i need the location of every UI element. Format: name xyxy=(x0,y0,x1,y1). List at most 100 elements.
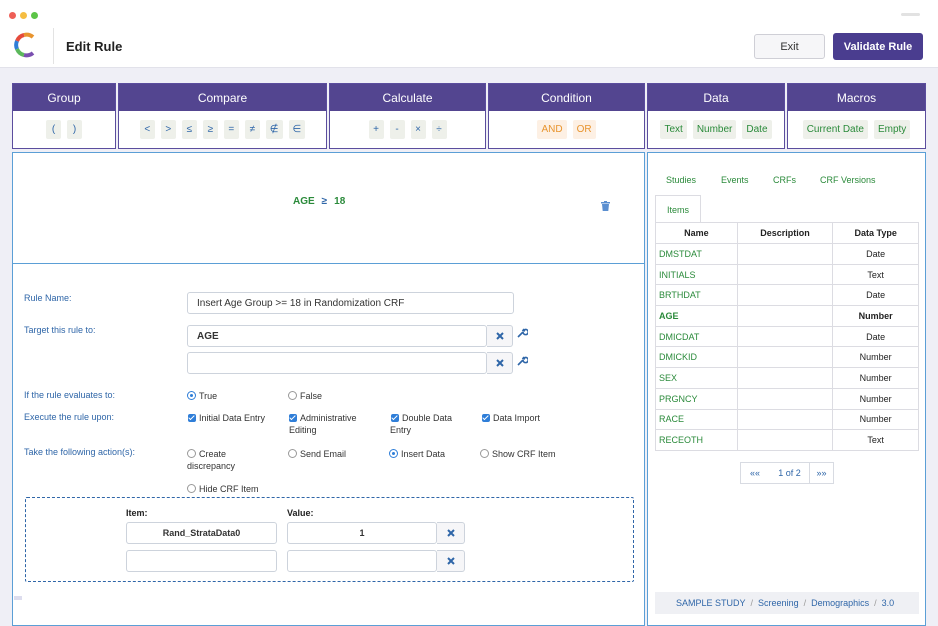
exec-admin-checkbox[interactable] xyxy=(289,414,297,422)
table-row[interactable]: PRGNCY Number xyxy=(655,387,919,410)
open-paren-token[interactable]: ( xyxy=(46,120,61,139)
item-input-2[interactable] xyxy=(126,550,277,572)
or-token[interactable]: OR xyxy=(572,120,596,139)
equal-token[interactable]: = xyxy=(223,120,239,139)
app-window: Edit Rule Exit Validate Rule Group ( ) C… xyxy=(0,0,938,626)
text-token[interactable]: Text xyxy=(660,120,687,139)
item-name-cell[interactable]: DMSTDAT xyxy=(655,243,738,265)
in-token[interactable]: ∈ xyxy=(288,120,306,139)
pager-prev[interactable]: «« xyxy=(740,462,770,484)
act-email-radio[interactable] xyxy=(288,449,297,458)
divide-token[interactable]: ÷ xyxy=(431,120,447,139)
wrench-icon[interactable] xyxy=(517,355,528,366)
item-type-cell: Number xyxy=(832,408,919,431)
exec-initial-label: Initial Data Entry xyxy=(199,413,266,423)
act-show-radio[interactable] xyxy=(480,449,489,458)
exec-double-checkbox[interactable] xyxy=(391,414,399,422)
item-name-cell[interactable]: DMICKID xyxy=(655,346,738,369)
remove-row-button-2[interactable] xyxy=(437,550,465,572)
act-hide-radio[interactable] xyxy=(187,484,196,493)
tab-studies[interactable]: Studies xyxy=(666,175,696,185)
number-token[interactable]: Number xyxy=(692,120,737,139)
table-row[interactable]: DMICKID Number xyxy=(655,346,919,369)
remove-row-button[interactable] xyxy=(437,522,465,544)
act-create-label: Create discrepancy xyxy=(187,449,236,471)
tab-crf-versions[interactable]: CRF Versions xyxy=(820,175,876,185)
column-header-name[interactable]: Name xyxy=(655,222,738,244)
value-input[interactable]: 1 xyxy=(287,522,437,544)
table-row[interactable]: SEX Number xyxy=(655,367,919,389)
item-description-cell xyxy=(736,429,834,451)
table-row[interactable]: RACE Number xyxy=(655,408,919,431)
expression-panel[interactable]: AGE ≥ 18 xyxy=(12,152,645,264)
breadcrumb-event[interactable]: Screening xyxy=(758,598,799,608)
less-than-token[interactable]: < xyxy=(139,120,155,139)
data-browser-panel: Studies Events CRFs CRF Versions Items N… xyxy=(647,152,926,626)
less-equal-token[interactable]: ≤ xyxy=(181,120,197,139)
value-input-2[interactable] xyxy=(287,550,437,572)
rule-name-input[interactable]: Insert Age Group >= 18 in Randomization … xyxy=(187,292,514,314)
minus-token[interactable]: - xyxy=(389,120,405,139)
breadcrumb-crf[interactable]: Demographics xyxy=(811,598,869,608)
act-insert-radio[interactable] xyxy=(389,449,398,458)
not-in-token[interactable]: ∉ xyxy=(265,120,283,139)
item-name-cell[interactable]: BRTHDAT xyxy=(655,284,738,307)
close-paren-token[interactable]: ) xyxy=(67,120,82,139)
item-name-cell[interactable]: DMICDAT xyxy=(655,325,738,348)
exec-import-checkbox[interactable] xyxy=(482,414,490,422)
item-name-cell[interactable]: INITIALS xyxy=(655,263,738,286)
table-row[interactable]: DMICDAT Date xyxy=(655,325,919,348)
tab-events[interactable]: Events xyxy=(721,175,749,185)
act-create-radio[interactable] xyxy=(187,449,196,458)
column-header-data-type[interactable]: Data Type xyxy=(832,222,919,244)
expression-operator[interactable]: ≥ xyxy=(322,196,328,207)
wrench-icon[interactable] xyxy=(517,327,528,338)
pager-next[interactable]: »» xyxy=(809,462,834,484)
expression-item[interactable]: AGE xyxy=(293,196,315,207)
greater-equal-token[interactable]: ≥ xyxy=(202,120,218,139)
item-type-cell: Text xyxy=(832,263,919,286)
greater-than-token[interactable]: > xyxy=(160,120,176,139)
table-row[interactable]: INITIALS Text xyxy=(655,263,919,286)
empty-token[interactable]: Empty xyxy=(873,120,911,139)
window-zoom-dot[interactable] xyxy=(31,12,38,19)
exec-double-label: Double Data Entry xyxy=(390,413,453,435)
eval-false-radio[interactable] xyxy=(288,391,297,400)
window-close-dot[interactable] xyxy=(9,12,16,19)
tab-items[interactable]: Items xyxy=(655,195,701,223)
exec-initial-checkbox[interactable] xyxy=(188,414,196,422)
multiply-token[interactable]: × xyxy=(410,120,426,139)
column-header-description[interactable]: Description xyxy=(736,222,834,244)
breadcrumb-separator: / xyxy=(874,598,877,608)
date-token[interactable]: Date xyxy=(742,120,772,139)
plus-token[interactable]: + xyxy=(368,120,384,139)
eval-true-label: True xyxy=(199,391,218,401)
target-clear-button[interactable] xyxy=(487,325,513,347)
item-type-cell: Date xyxy=(832,243,919,265)
item-name-cell[interactable]: RACE xyxy=(655,408,738,431)
title-bar: Edit Rule Exit Validate Rule xyxy=(0,0,938,68)
validate-rule-button[interactable]: Validate Rule xyxy=(833,33,923,60)
current-date-token[interactable]: Current Date xyxy=(802,120,868,139)
table-row[interactable]: DMSTDAT Date xyxy=(655,243,919,265)
table-row[interactable]: BRTHDAT Date xyxy=(655,284,919,307)
item-name-cell[interactable]: AGE xyxy=(655,305,738,327)
table-row[interactable]: AGE Number xyxy=(655,305,919,327)
tab-crfs[interactable]: CRFs xyxy=(773,175,796,185)
item-input[interactable]: Rand_StrataData0 xyxy=(126,522,277,544)
eval-true-radio[interactable] xyxy=(187,391,196,400)
exit-button[interactable]: Exit xyxy=(754,34,825,59)
window-minimize-dot[interactable] xyxy=(20,12,27,19)
item-name-cell[interactable]: PRGNCY xyxy=(655,387,738,410)
breadcrumb-study[interactable]: SAMPLE STUDY xyxy=(676,598,746,608)
item-name-cell[interactable]: SEX xyxy=(655,367,738,389)
item-name-cell[interactable]: RECEOTH xyxy=(655,429,738,451)
and-token[interactable]: AND xyxy=(537,120,567,139)
table-row[interactable]: RECEOTH Text xyxy=(655,429,919,451)
target-input[interactable]: AGE xyxy=(187,325,487,347)
target-clear-button-2[interactable] xyxy=(487,352,513,374)
target-input-2[interactable] xyxy=(187,352,487,374)
trash-icon[interactable] xyxy=(601,201,610,211)
expression-value[interactable]: 18 xyxy=(334,196,345,207)
not-equal-token[interactable]: ≠ xyxy=(244,120,260,139)
